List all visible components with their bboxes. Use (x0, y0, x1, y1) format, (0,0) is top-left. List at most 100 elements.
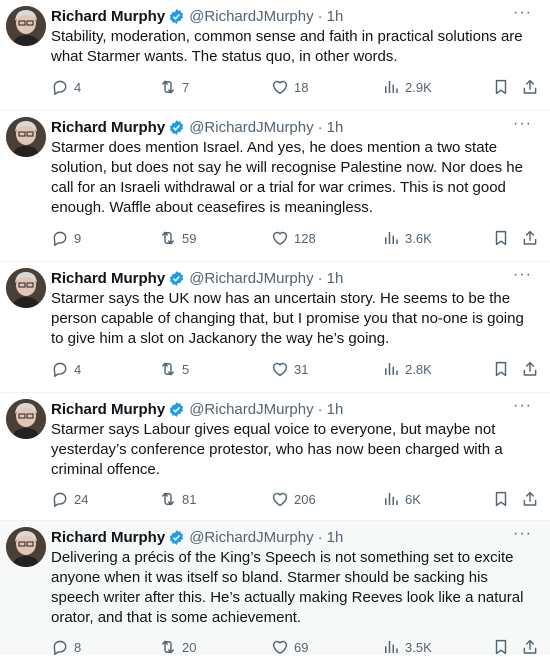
retweet-button[interactable]: 5 (159, 360, 189, 378)
retweet-count: 5 (182, 361, 190, 377)
reply-icon (53, 362, 67, 377)
more-options-icon[interactable]: ··· (513, 115, 532, 133)
author-handle[interactable]: @RichardJMurphy (189, 8, 313, 25)
reply-button[interactable]: 24 (51, 490, 88, 508)
tweet-actions: 4 5 31 2.8K (51, 359, 540, 379)
share-icon (523, 230, 537, 245)
tweet[interactable]: Richard Murphy @RichardJMurphy · 1h ··· … (0, 393, 550, 521)
tweet-header: Richard Murphy @RichardJMurphy · 1h ··· (51, 525, 542, 547)
retweet-icon (162, 362, 174, 376)
tweet-actions: 24 81 206 6K (51, 489, 540, 509)
author-name[interactable]: Richard Murphy (51, 119, 165, 136)
author-name[interactable]: Richard Murphy (51, 8, 165, 25)
reply-button[interactable]: 4 (51, 360, 81, 378)
heart-icon (272, 492, 288, 507)
heart-icon (272, 231, 288, 246)
verified-icon (170, 119, 184, 135)
author-handle[interactable]: @RichardJMurphy (189, 401, 313, 418)
reply-count: 24 (74, 491, 89, 507)
reply-count: 4 (74, 361, 82, 377)
tweet-header: Richard Murphy @RichardJMurphy · 1h ··· (51, 266, 542, 288)
retweet-button[interactable]: 20 (159, 638, 196, 656)
bookmark-button[interactable] (492, 360, 515, 378)
retweet-icon (162, 80, 174, 94)
timestamp[interactable]: 1h (327, 529, 344, 546)
view-count: 2.9K (405, 79, 432, 95)
timestamp[interactable]: 1h (327, 119, 344, 136)
bookmark-icon (495, 361, 507, 377)
separator-dot: · (317, 528, 323, 546)
avatar[interactable] (6, 399, 46, 439)
share-button[interactable] (521, 360, 544, 378)
reply-icon (53, 80, 67, 95)
author-handle[interactable]: @RichardJMurphy (189, 529, 313, 546)
like-button[interactable]: 18 (271, 78, 308, 96)
like-button[interactable]: 31 (271, 360, 308, 378)
more-options-icon[interactable]: ··· (513, 525, 532, 543)
views-button[interactable]: 3.5K (382, 638, 432, 656)
separator-dot: · (317, 269, 323, 287)
retweet-icon (162, 492, 174, 506)
more-options-icon[interactable]: ··· (513, 4, 532, 22)
retweet-button[interactable]: 59 (159, 229, 196, 247)
reply-count: 4 (74, 79, 82, 95)
like-button[interactable]: 128 (271, 229, 316, 247)
views-bar-chart-icon (385, 232, 398, 244)
bookmark-button[interactable] (492, 78, 515, 96)
views-button[interactable]: 2.9K (382, 78, 432, 96)
views-bar-chart-icon (385, 493, 398, 505)
tweet[interactable]: Richard Murphy @RichardJMurphy · 1h ··· … (0, 0, 550, 111)
bookmark-icon (495, 79, 507, 95)
timestamp[interactable]: 1h (327, 401, 344, 418)
share-icon (523, 361, 537, 376)
more-options-icon[interactable]: ··· (513, 397, 532, 415)
verified-icon (170, 529, 184, 545)
views-button[interactable]: 6K (382, 490, 421, 508)
share-icon (523, 491, 537, 506)
bookmark-button[interactable] (492, 229, 515, 247)
author-name[interactable]: Richard Murphy (51, 270, 165, 287)
reply-button[interactable]: 4 (51, 78, 81, 96)
reply-button[interactable]: 9 (51, 229, 81, 247)
views-button[interactable]: 3.6K (382, 229, 432, 247)
bookmark-button[interactable] (492, 638, 515, 656)
like-button[interactable]: 69 (271, 638, 308, 656)
views-bar-chart-icon (385, 81, 398, 93)
author-name[interactable]: Richard Murphy (51, 529, 165, 546)
share-button[interactable] (521, 638, 544, 656)
bookmark-button[interactable] (492, 490, 515, 508)
reply-button[interactable]: 8 (51, 638, 81, 656)
share-icon (523, 639, 537, 654)
tweet[interactable]: Richard Murphy @RichardJMurphy · 1h ··· … (0, 262, 550, 393)
avatar[interactable] (6, 527, 46, 567)
tweet[interactable]: Richard Murphy @RichardJMurphy · 1h ··· … (0, 521, 550, 655)
separator-dot: · (317, 7, 323, 25)
like-count: 31 (294, 361, 309, 377)
verified-icon (170, 8, 184, 24)
tweet-text: Starmer says the UK now has an uncertain… (51, 290, 524, 347)
author-handle[interactable]: @RichardJMurphy (189, 119, 313, 136)
more-options-icon[interactable]: ··· (513, 266, 532, 284)
share-button[interactable] (521, 490, 544, 508)
tweet-actions: 9 59 128 3.6K (51, 228, 540, 248)
tweet[interactable]: Richard Murphy @RichardJMurphy · 1h ··· … (0, 111, 550, 262)
separator-dot: · (317, 118, 323, 136)
retweet-button[interactable]: 7 (159, 78, 189, 96)
author-name[interactable]: Richard Murphy (51, 401, 165, 418)
retweet-icon (162, 231, 174, 245)
like-button[interactable]: 206 (271, 490, 316, 508)
timestamp[interactable]: 1h (327, 270, 344, 287)
retweet-count: 59 (182, 230, 197, 246)
share-button[interactable] (521, 229, 544, 247)
retweet-button[interactable]: 81 (159, 490, 196, 508)
tweet-header: Richard Murphy @RichardJMurphy · 1h ··· (51, 397, 542, 419)
avatar[interactable] (6, 268, 46, 308)
share-button[interactable] (521, 78, 544, 96)
avatar[interactable] (6, 117, 46, 157)
avatar[interactable] (6, 6, 46, 46)
tweet-text: Starmer does mention Israel. And yes, he… (51, 139, 523, 216)
views-button[interactable]: 2.8K (382, 360, 432, 378)
author-handle[interactable]: @RichardJMurphy (189, 270, 313, 287)
timestamp[interactable]: 1h (327, 8, 344, 25)
tweet-header: Richard Murphy @RichardJMurphy · 1h ··· (51, 4, 542, 26)
